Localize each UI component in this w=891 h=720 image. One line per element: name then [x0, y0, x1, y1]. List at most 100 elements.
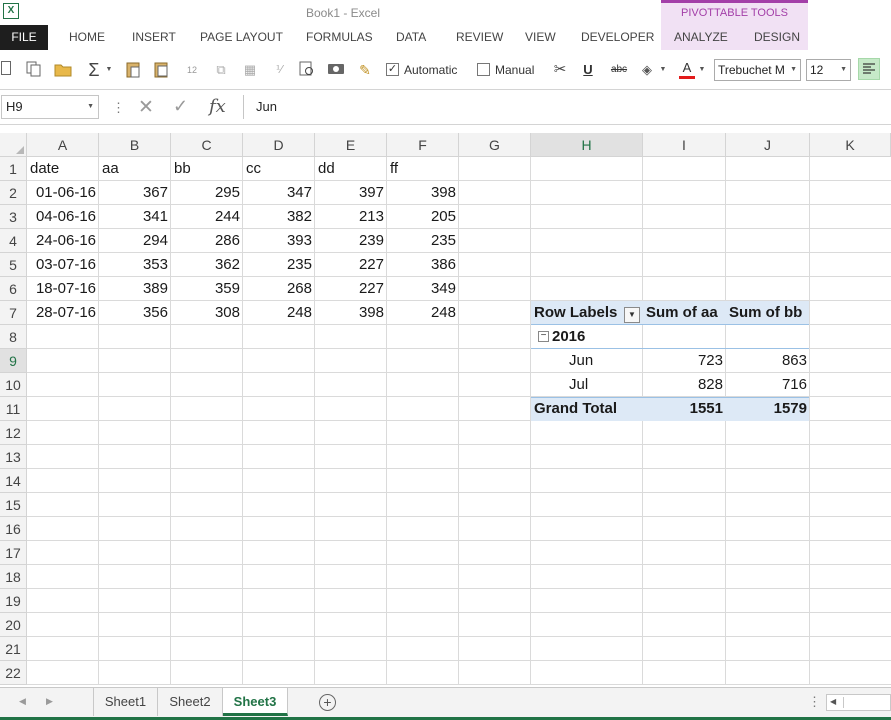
number-format-icon[interactable]: 12	[182, 61, 202, 79]
column-header-d[interactable]: D	[243, 133, 315, 157]
sheet-tab-sheet1[interactable]: Sheet1	[93, 688, 158, 716]
column-header-f[interactable]: F	[387, 133, 459, 157]
row-header-16[interactable]: 16	[0, 517, 27, 541]
data-cell[interactable]: 353	[99, 253, 171, 277]
column-header-h[interactable]: H	[531, 133, 643, 157]
column-header-b[interactable]: B	[99, 133, 171, 157]
scroll-left-icon[interactable]: ◀	[19, 696, 26, 707]
cancel-icon[interactable]: ✕	[138, 96, 154, 119]
data-cell[interactable]: 244	[171, 205, 243, 229]
data-cell[interactable]: 235	[387, 229, 459, 253]
pivot-grand-total-label[interactable]: Grand Total	[531, 397, 643, 421]
font-size-select[interactable]: 12 ▼	[806, 59, 851, 81]
data-cell[interactable]: 347	[243, 181, 315, 205]
format-painter-icon[interactable]: ✎	[356, 61, 374, 79]
column-header-g[interactable]: G	[459, 133, 531, 157]
filter-dropdown-icon[interactable]: ▼	[624, 307, 640, 323]
row-header-6[interactable]: 6	[0, 277, 27, 301]
row-header-21[interactable]: 21	[0, 637, 27, 661]
sheet-tab-sheet3[interactable]: Sheet3	[223, 688, 288, 716]
data-cell[interactable]: 268	[243, 277, 315, 301]
row-header-14[interactable]: 14	[0, 469, 27, 493]
fraction-icon[interactable]: ⅟	[270, 61, 288, 79]
camera-icon[interactable]	[327, 61, 345, 79]
data-cell[interactable]: 286	[171, 229, 243, 253]
pivot-value-aa[interactable]: 723	[643, 349, 726, 373]
data-cell[interactable]: 227	[315, 277, 387, 301]
data-cell[interactable]: 359	[171, 277, 243, 301]
fill-color-dropdown-icon[interactable]: ▼	[658, 61, 668, 79]
data-cell[interactable]: 389	[99, 277, 171, 301]
row-header-8[interactable]: 8	[0, 325, 27, 349]
paste-values-icon[interactable]	[152, 61, 170, 79]
pivot-month-label[interactable]: Jun	[566, 349, 641, 373]
row-header-1[interactable]: 1	[0, 157, 27, 181]
column-header-c[interactable]: C	[171, 133, 243, 157]
fill-color-icon[interactable]: ◈	[638, 61, 656, 79]
tab-view[interactable]: VIEW	[525, 30, 556, 44]
data-cell[interactable]: 213	[315, 205, 387, 229]
row-header-9[interactable]: 9	[0, 349, 27, 373]
pivot-sum-bb-header[interactable]: Sum of bb	[726, 301, 810, 325]
formula-input[interactable]: Jun	[243, 95, 891, 119]
pivot-value-bb[interactable]: 716	[726, 373, 810, 397]
row-header-17[interactable]: 17	[0, 541, 27, 565]
column-header-a[interactable]: A	[27, 133, 99, 157]
data-cell[interactable]: 294	[99, 229, 171, 253]
pivot-grand-total-aa[interactable]: 1551	[643, 397, 726, 421]
scissors-icon[interactable]: ✂	[551, 61, 569, 79]
add-sheet-button[interactable]: +	[319, 694, 336, 711]
column-header-k[interactable]: K	[810, 133, 891, 157]
font-color-dropdown-icon[interactable]: ▼	[697, 61, 707, 79]
row-header-12[interactable]: 12	[0, 421, 27, 445]
data-cell[interactable]: 382	[243, 205, 315, 229]
tab-formulas[interactable]: FORMULAS	[306, 30, 373, 44]
select-all-corner[interactable]	[0, 133, 27, 157]
automatic-checkbox[interactable]: ✓	[386, 63, 399, 76]
data-cell[interactable]: 398	[387, 181, 459, 205]
date-cell[interactable]: 04-06-16	[27, 205, 99, 229]
more-options-icon[interactable]: ⋮	[112, 100, 125, 116]
data-cell[interactable]: 205	[387, 205, 459, 229]
tab-file[interactable]: FILE	[0, 25, 48, 50]
data-cell[interactable]: 239	[315, 229, 387, 253]
data-cell[interactable]: 398	[315, 301, 387, 325]
pivot-month-label[interactable]: Jul	[566, 373, 641, 397]
copy-icon[interactable]	[25, 61, 43, 79]
underline-icon[interactable]: U	[581, 61, 595, 79]
clear-format-icon[interactable]: ⧉	[212, 61, 230, 79]
worksheet-grid[interactable]: A B C D E F G H I J K 1 2 3 4 5 6 7 8 9 10 11 12 13 14 15 16 17 18 19…	[0, 133, 891, 685]
enter-checkmark-icon[interactable]: ✓	[173, 96, 188, 117]
date-cell[interactable]: 24-06-16	[27, 229, 99, 253]
date-cell[interactable]: 03-07-16	[27, 253, 99, 277]
row-header-13[interactable]: 13	[0, 445, 27, 469]
paste-icon[interactable]	[124, 61, 142, 79]
column-header-j[interactable]: J	[726, 133, 810, 157]
tab-design[interactable]: DESIGN	[754, 30, 800, 44]
data-cell[interactable]: 248	[387, 301, 459, 325]
data-cell[interactable]: 356	[99, 301, 171, 325]
row-header-7[interactable]: 7	[0, 301, 27, 325]
row-header-15[interactable]: 15	[0, 493, 27, 517]
pivot-year-label[interactable]: 2016	[549, 325, 639, 349]
date-cell[interactable]: 28-07-16	[27, 301, 99, 325]
header-cell-date[interactable]: date	[27, 157, 99, 181]
pivot-grand-total-bb[interactable]: 1579	[726, 397, 810, 421]
header-cell-bb[interactable]: bb	[171, 157, 243, 181]
row-header-10[interactable]: 10	[0, 373, 27, 397]
data-cell[interactable]: 367	[99, 181, 171, 205]
header-cell-dd[interactable]: dd	[315, 157, 387, 181]
data-cell[interactable]: 397	[315, 181, 387, 205]
data-cell[interactable]: 308	[171, 301, 243, 325]
data-cell[interactable]: 227	[315, 253, 387, 277]
data-cell[interactable]: 386	[387, 253, 459, 277]
sheet-tab-sheet2[interactable]: Sheet2	[158, 688, 223, 716]
row-header-18[interactable]: 18	[0, 565, 27, 589]
row-header-20[interactable]: 20	[0, 613, 27, 637]
row-header-4[interactable]: 4	[0, 229, 27, 253]
new-document-icon[interactable]	[0, 61, 12, 79]
row-header-2[interactable]: 2	[0, 181, 27, 205]
tab-insert[interactable]: INSERT	[132, 30, 176, 44]
collapse-toggle-icon[interactable]: −	[538, 331, 549, 342]
data-cell[interactable]: 295	[171, 181, 243, 205]
